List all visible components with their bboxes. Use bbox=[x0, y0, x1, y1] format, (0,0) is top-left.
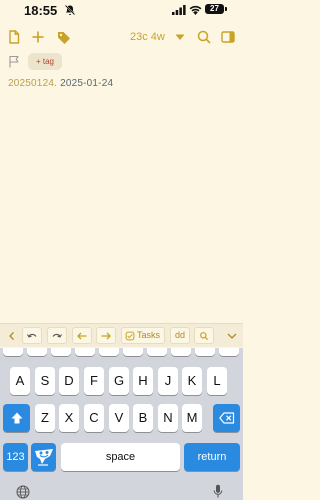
key-x[interactable]: X bbox=[59, 404, 79, 432]
keyboard: A S D F G H J K L Z X C V B N M 123 spac… bbox=[0, 348, 243, 500]
tag-row: + tag bbox=[0, 52, 243, 72]
chevron-left-icon[interactable] bbox=[7, 331, 17, 341]
key-partial[interactable] bbox=[123, 348, 143, 356]
key-partial[interactable] bbox=[147, 348, 167, 356]
numbers-key[interactable]: 123 bbox=[3, 443, 28, 471]
emoji-keyboard-icon bbox=[34, 449, 53, 466]
dropdown-triangle-icon[interactable] bbox=[172, 29, 188, 45]
cursor-left-button[interactable] bbox=[72, 327, 92, 344]
key-partial[interactable] bbox=[3, 348, 23, 356]
key-m[interactable]: M bbox=[182, 404, 202, 432]
chevron-down-icon[interactable] bbox=[226, 330, 238, 342]
emoji-keyboard-key[interactable] bbox=[31, 443, 56, 471]
key-partial[interactable] bbox=[27, 348, 47, 356]
key-h[interactable]: H bbox=[133, 367, 153, 395]
tasks-button[interactable]: Tasks bbox=[121, 327, 165, 344]
shift-key[interactable] bbox=[3, 404, 30, 432]
globe-icon[interactable] bbox=[16, 485, 30, 499]
bell-slash-icon bbox=[64, 4, 76, 16]
search-icon bbox=[200, 331, 209, 340]
tasks-label: Tasks bbox=[137, 330, 161, 340]
search-icon[interactable] bbox=[196, 29, 212, 45]
key-d[interactable]: D bbox=[59, 367, 79, 395]
editor-text[interactable]: 20250124. 2025-01-24 bbox=[8, 78, 113, 89]
flag-icon[interactable] bbox=[8, 55, 20, 68]
key-j[interactable]: J bbox=[158, 367, 178, 395]
new-document-icon[interactable] bbox=[6, 29, 22, 45]
key-z[interactable]: Z bbox=[35, 404, 55, 432]
date-button[interactable]: dd bbox=[170, 327, 190, 344]
tag-icon[interactable] bbox=[56, 29, 72, 45]
key-partial[interactable] bbox=[219, 348, 239, 356]
space-key[interactable]: space bbox=[61, 443, 180, 471]
word-count-stats[interactable]: 23c 4w bbox=[130, 31, 165, 43]
signal-icon bbox=[172, 5, 186, 15]
find-button[interactable] bbox=[194, 327, 214, 344]
toolbar: 23c 4w bbox=[0, 26, 243, 50]
plus-icon[interactable] bbox=[30, 29, 46, 45]
battery-icon: 27 bbox=[205, 4, 227, 14]
key-g[interactable]: G bbox=[109, 367, 129, 395]
undo-button[interactable] bbox=[22, 327, 42, 344]
status-time: 18:55 bbox=[24, 3, 58, 18]
key-v[interactable]: V bbox=[109, 404, 129, 432]
key-b[interactable]: B bbox=[133, 404, 153, 432]
redo-button[interactable] bbox=[47, 327, 67, 344]
key-l[interactable]: L bbox=[207, 367, 227, 395]
status-bar: 18:55 27 bbox=[0, 0, 243, 22]
document-id: 20250124. bbox=[8, 78, 58, 89]
key-partial[interactable] bbox=[195, 348, 215, 356]
battery-level: 27 bbox=[210, 4, 219, 13]
keyboard-accessory-bar: Tasks dd bbox=[0, 323, 243, 347]
redo-icon bbox=[52, 333, 62, 338]
document-date: 2025-01-24 bbox=[60, 78, 114, 89]
undo-icon bbox=[27, 333, 37, 338]
key-partial[interactable] bbox=[75, 348, 95, 356]
backspace-icon bbox=[218, 412, 234, 424]
key-partial[interactable] bbox=[99, 348, 119, 356]
add-tag-button[interactable]: + tag bbox=[28, 53, 62, 70]
key-n[interactable]: N bbox=[158, 404, 178, 432]
key-s[interactable]: S bbox=[35, 367, 55, 395]
arrow-right-icon bbox=[101, 332, 111, 339]
key-a[interactable]: A bbox=[10, 367, 30, 395]
checkbox-icon bbox=[125, 331, 135, 340]
arrow-left-icon bbox=[77, 332, 87, 339]
key-partial[interactable] bbox=[171, 348, 191, 356]
shift-icon bbox=[11, 412, 22, 424]
wifi-icon bbox=[189, 5, 202, 15]
key-k[interactable]: K bbox=[182, 367, 202, 395]
cursor-right-button[interactable] bbox=[96, 327, 116, 344]
sidebar-icon[interactable] bbox=[220, 29, 236, 45]
key-partial[interactable] bbox=[51, 348, 71, 356]
microphone-icon[interactable] bbox=[213, 484, 223, 499]
key-c[interactable]: C bbox=[84, 404, 104, 432]
return-key[interactable]: return bbox=[184, 443, 240, 471]
key-f[interactable]: F bbox=[84, 367, 104, 395]
backspace-key[interactable] bbox=[213, 404, 240, 432]
